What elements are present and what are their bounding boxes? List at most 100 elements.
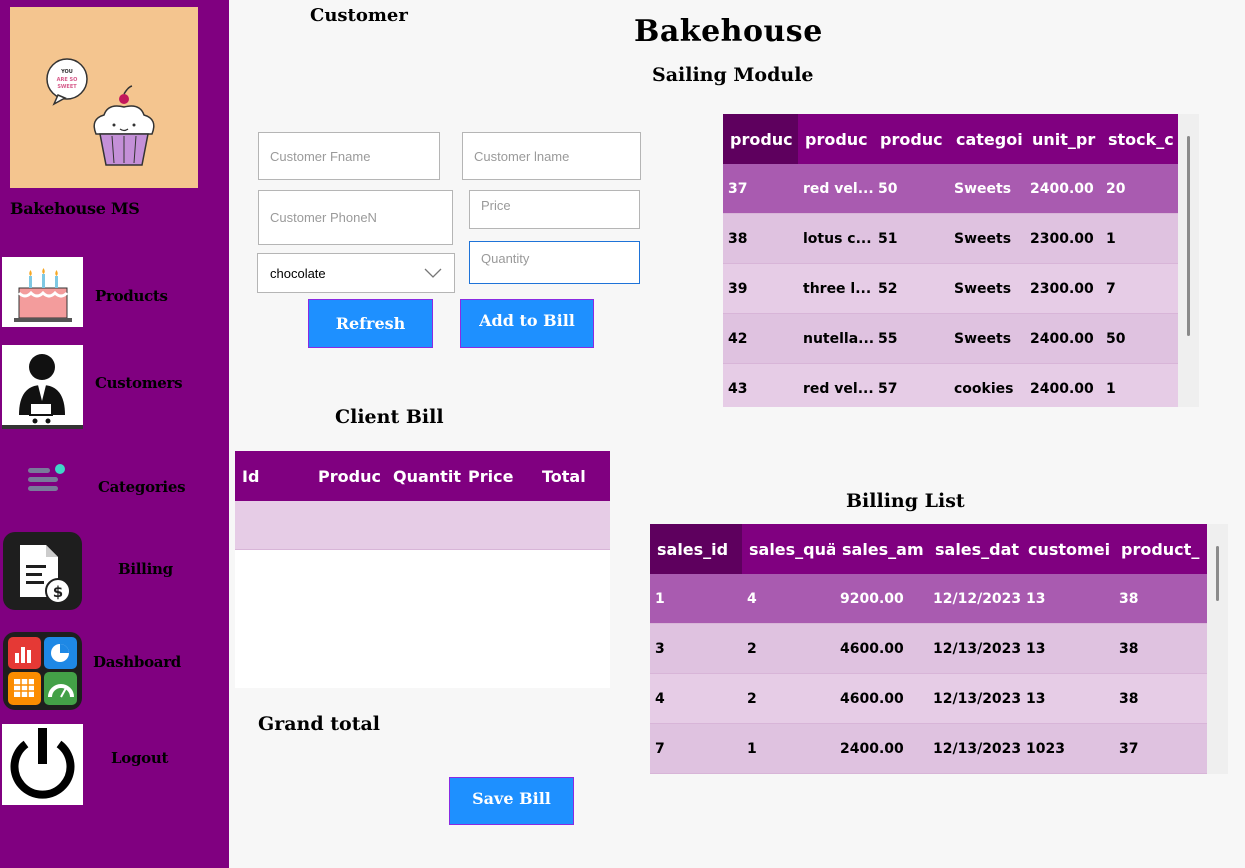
billing-cell[interactable]: 2 bbox=[742, 674, 835, 723]
category-select[interactable]: chocolate bbox=[257, 253, 455, 293]
client-bill-empty-row[interactable] bbox=[235, 501, 610, 550]
price-input[interactable] bbox=[469, 190, 640, 229]
billing-cell[interactable]: 13 bbox=[1021, 574, 1114, 623]
billing-col-header[interactable]: sales_id bbox=[650, 524, 742, 574]
product-row[interactable]: 43 red vel... 57 cookies 2400.00 1 bbox=[723, 364, 1178, 407]
products-col-header[interactable]: produc bbox=[873, 114, 949, 164]
nav-products[interactable]: Products bbox=[0, 257, 229, 337]
product-cell[interactable]: three l... bbox=[798, 264, 873, 313]
billing-cell[interactable]: 13 bbox=[1021, 624, 1114, 673]
customer-fname-input[interactable] bbox=[258, 132, 440, 180]
product-cell[interactable]: 50 bbox=[873, 164, 949, 213]
bill-col-header[interactable]: Produc bbox=[311, 451, 386, 501]
refresh-button[interactable]: Refresh bbox=[308, 299, 433, 348]
billing-cell[interactable]: 3 bbox=[650, 624, 742, 673]
billing-cell[interactable]: 12/13/2023 bbox=[928, 624, 1021, 673]
billing-scrollbar[interactable] bbox=[1207, 524, 1228, 774]
product-cell[interactable]: 37 bbox=[723, 164, 798, 213]
product-cell[interactable]: 2400.00 bbox=[1025, 164, 1101, 213]
nav-logout[interactable]: Logout bbox=[0, 724, 229, 805]
products-col-header[interactable]: produc bbox=[798, 114, 873, 164]
products-col-header[interactable]: unit_pr bbox=[1025, 114, 1101, 164]
product-cell[interactable]: 55 bbox=[873, 314, 949, 363]
bill-col-header[interactable]: Quantit bbox=[386, 451, 461, 501]
billing-cell[interactable]: 2 bbox=[742, 624, 835, 673]
product-cell[interactable]: 2300.00 bbox=[1025, 214, 1101, 263]
bill-col-header[interactable]: Total bbox=[535, 451, 610, 501]
bill-col-header[interactable]: Id bbox=[235, 451, 311, 501]
billing-cell[interactable]: 9200.00 bbox=[835, 574, 928, 623]
nav-billing[interactable]: $ Billing bbox=[0, 531, 229, 611]
billing-row[interactable]: 7 1 2400.00 12/13/2023 1023 37 bbox=[650, 724, 1207, 774]
billing-list-grid[interactable]: sales_id sales_quä sales_am sales_dat cu… bbox=[650, 524, 1207, 774]
customer-phone-input[interactable] bbox=[258, 190, 453, 245]
product-cell[interactable]: 43 bbox=[723, 364, 798, 407]
billing-cell[interactable]: 4 bbox=[742, 574, 835, 623]
product-cell[interactable]: 2400.00 bbox=[1025, 314, 1101, 363]
billing-cell[interactable]: 37 bbox=[1114, 724, 1207, 773]
product-cell[interactable]: 42 bbox=[723, 314, 798, 363]
billing-cell[interactable]: 12/13/2023 bbox=[928, 674, 1021, 723]
product-cell[interactable]: 7 bbox=[1101, 264, 1178, 313]
products-col-header[interactable]: produc bbox=[723, 114, 798, 164]
billing-cell[interactable]: 38 bbox=[1114, 674, 1207, 723]
product-cell[interactable]: 1 bbox=[1101, 214, 1178, 263]
product-cell[interactable]: 39 bbox=[723, 264, 798, 313]
product-cell[interactable]: nutella... bbox=[798, 314, 873, 363]
product-row[interactable]: 37 red vel... 50 Sweets 2400.00 20 bbox=[723, 164, 1178, 214]
product-cell[interactable]: red vel... bbox=[798, 364, 873, 407]
product-cell[interactable]: 51 bbox=[873, 214, 949, 263]
billing-row[interactable]: 4 2 4600.00 12/13/2023 13 38 bbox=[650, 674, 1207, 724]
client-bill-grid[interactable]: Id Produc Quantit Price Total bbox=[235, 451, 610, 688]
billing-cell[interactable]: 1023 bbox=[1021, 724, 1114, 773]
nav-categories[interactable]: Categories bbox=[0, 445, 229, 525]
customer-lname-input[interactable] bbox=[462, 132, 641, 180]
product-cell[interactable]: red vel... bbox=[798, 164, 873, 213]
bill-col-header[interactable]: Price bbox=[461, 451, 535, 501]
products-col-header[interactable]: stock_c bbox=[1101, 114, 1178, 164]
product-cell[interactable]: Sweets bbox=[949, 264, 1025, 313]
billing-cell[interactable]: 38 bbox=[1114, 624, 1207, 673]
quantity-input[interactable] bbox=[469, 241, 640, 284]
billing-cell[interactable]: 38 bbox=[1114, 574, 1207, 623]
billing-cell[interactable]: 13 bbox=[1021, 674, 1114, 723]
product-cell[interactable]: 20 bbox=[1101, 164, 1178, 213]
product-cell[interactable]: Sweets bbox=[949, 214, 1025, 263]
billing-scroll-thumb[interactable] bbox=[1216, 546, 1219, 601]
product-row[interactable]: 39 three l... 52 Sweets 2300.00 7 bbox=[723, 264, 1178, 314]
product-cell[interactable]: 50 bbox=[1101, 314, 1178, 363]
nav-dashboard[interactable]: Dashboard bbox=[0, 631, 229, 711]
product-cell[interactable]: Sweets bbox=[949, 314, 1025, 363]
products-col-header[interactable]: categoi bbox=[949, 114, 1025, 164]
products-scrollbar[interactable] bbox=[1178, 114, 1199, 407]
product-cell[interactable]: 2300.00 bbox=[1025, 264, 1101, 313]
products-grid[interactable]: produc produc produc categoi unit_pr sto… bbox=[723, 114, 1178, 407]
product-cell[interactable]: Sweets bbox=[949, 164, 1025, 213]
product-cell[interactable]: lotus c... bbox=[798, 214, 873, 263]
billing-col-header[interactable]: customei bbox=[1021, 524, 1114, 574]
billing-cell[interactable]: 1 bbox=[742, 724, 835, 773]
billing-col-header[interactable]: sales_am bbox=[835, 524, 928, 574]
product-cell[interactable]: cookies bbox=[949, 364, 1025, 407]
billing-cell[interactable]: 4600.00 bbox=[835, 624, 928, 673]
nav-customers[interactable]: Customers bbox=[0, 345, 229, 429]
product-cell[interactable]: 2400.00 bbox=[1025, 364, 1101, 407]
billing-row[interactable]: 1 4 9200.00 12/12/2023 13 38 bbox=[650, 574, 1207, 624]
product-row[interactable]: 38 lotus c... 51 Sweets 2300.00 1 bbox=[723, 214, 1178, 264]
product-row[interactable]: 42 nutella... 55 Sweets 2400.00 50 bbox=[723, 314, 1178, 364]
billing-col-header[interactable]: sales_quä bbox=[742, 524, 835, 574]
add-to-bill-button[interactable]: Add to Bill bbox=[460, 299, 594, 348]
billing-cell[interactable]: 1 bbox=[650, 574, 742, 623]
billing-col-header[interactable]: sales_dat bbox=[928, 524, 1021, 574]
billing-cell[interactable]: 4 bbox=[650, 674, 742, 723]
billing-cell[interactable]: 7 bbox=[650, 724, 742, 773]
billing-cell[interactable]: 4600.00 bbox=[835, 674, 928, 723]
billing-cell[interactable]: 12/12/2023 bbox=[928, 574, 1021, 623]
billing-col-header[interactable]: product_ bbox=[1114, 524, 1207, 574]
billing-row[interactable]: 3 2 4600.00 12/13/2023 13 38 bbox=[650, 624, 1207, 674]
billing-cell[interactable]: 2400.00 bbox=[835, 724, 928, 773]
product-cell[interactable]: 57 bbox=[873, 364, 949, 407]
products-scroll-thumb[interactable] bbox=[1187, 136, 1190, 336]
product-cell[interactable]: 52 bbox=[873, 264, 949, 313]
save-bill-button[interactable]: Save Bill bbox=[449, 777, 574, 825]
